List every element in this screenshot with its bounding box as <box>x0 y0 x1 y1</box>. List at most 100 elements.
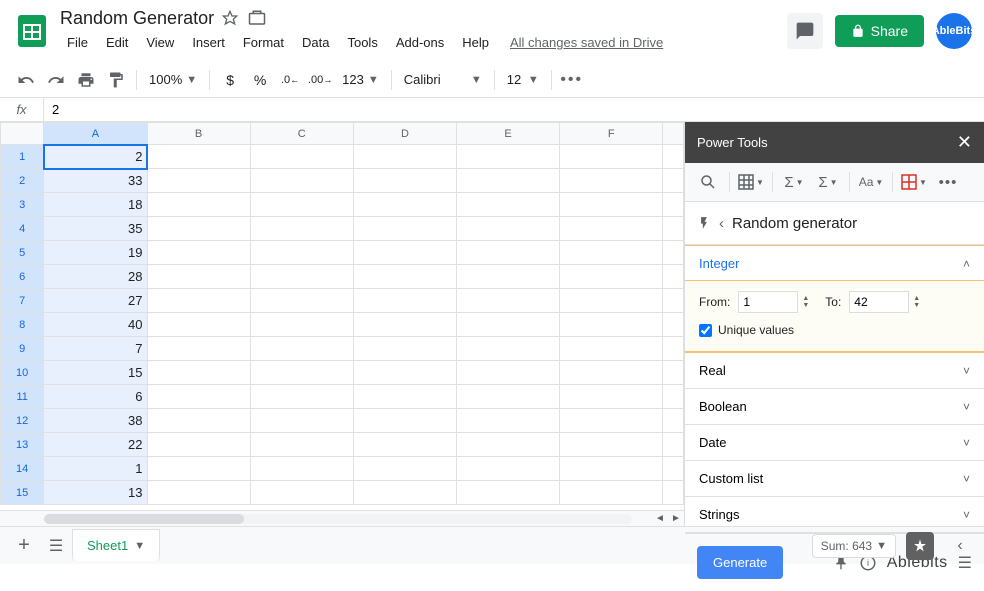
tool-sigma1-icon[interactable]: Σ▼ <box>779 169 809 195</box>
cell-D7[interactable] <box>353 289 456 313</box>
cell-C13[interactable] <box>250 433 353 457</box>
section-custom-header[interactable]: Custom list˅ <box>685 461 984 496</box>
cell-E6[interactable] <box>457 265 560 289</box>
cell-E12[interactable] <box>457 409 560 433</box>
move-icon[interactable] <box>248 10 266 28</box>
cell-D11[interactable] <box>353 385 456 409</box>
paint-format-button[interactable] <box>102 66 130 94</box>
cell-B9[interactable] <box>147 337 250 361</box>
cell-A10[interactable]: 15 <box>44 361 147 385</box>
cell-F9[interactable] <box>560 337 663 361</box>
cell-B14[interactable] <box>147 457 250 481</box>
cell-D3[interactable] <box>353 193 456 217</box>
cell-B1[interactable] <box>147 145 250 169</box>
tool-sigma2-icon[interactable]: Σ▼ <box>813 169 843 195</box>
sheet-tab[interactable]: Sheet1 ▼ <box>72 529 160 561</box>
horizontal-scrollbar[interactable]: ◄ ► <box>0 510 684 526</box>
cell-C1[interactable] <box>250 145 353 169</box>
col-header-B[interactable]: B <box>147 123 250 145</box>
cell-E1[interactable] <box>457 145 560 169</box>
menu-edit[interactable]: Edit <box>99 31 135 54</box>
cell-D9[interactable] <box>353 337 456 361</box>
row-header-8[interactable]: 8 <box>1 313 44 337</box>
cell-E2[interactable] <box>457 169 560 193</box>
cell-A11[interactable]: 6 <box>44 385 147 409</box>
share-button[interactable]: Share <box>835 15 924 47</box>
section-real-header[interactable]: Real˅ <box>685 353 984 388</box>
inc-decimal-button[interactable]: .00→ <box>306 66 334 94</box>
print-button[interactable] <box>72 66 100 94</box>
dec-decimal-button[interactable]: .0← <box>276 66 304 94</box>
cell-A15[interactable]: 13 <box>44 481 147 505</box>
row-header-7[interactable]: 7 <box>1 289 44 313</box>
to-spinner[interactable]: ▲▼ <box>913 295 920 309</box>
cell-C6[interactable] <box>250 265 353 289</box>
cell-B5[interactable] <box>147 241 250 265</box>
menu-data[interactable]: Data <box>295 31 336 54</box>
back-chevron-icon[interactable]: ‹ <box>719 215 724 232</box>
cell-F3[interactable] <box>560 193 663 217</box>
to-input[interactable] <box>849 291 909 313</box>
cell-A1[interactable]: 2 <box>44 145 147 169</box>
col-header-C[interactable]: C <box>250 123 353 145</box>
row-header-14[interactable]: 14 <box>1 457 44 481</box>
percent-button[interactable]: % <box>246 66 274 94</box>
menu-insert[interactable]: Insert <box>185 31 232 54</box>
menu-view[interactable]: View <box>139 31 181 54</box>
save-status[interactable]: All changes saved in Drive <box>510 35 663 50</box>
cell-B13[interactable] <box>147 433 250 457</box>
cell-F10[interactable] <box>560 361 663 385</box>
menu-format[interactable]: Format <box>236 31 291 54</box>
tool-1-icon[interactable] <box>693 169 723 195</box>
cell-F8[interactable] <box>560 313 663 337</box>
cell-D12[interactable] <box>353 409 456 433</box>
cell-B8[interactable] <box>147 313 250 337</box>
comments-button[interactable] <box>787 13 823 49</box>
cell-D8[interactable] <box>353 313 456 337</box>
tool-more-icon[interactable]: ••• <box>933 169 963 195</box>
unique-checkbox-row[interactable]: Unique values <box>699 323 970 337</box>
cell-D6[interactable] <box>353 265 456 289</box>
cell-D13[interactable] <box>353 433 456 457</box>
cell-E13[interactable] <box>457 433 560 457</box>
row-header-9[interactable]: 9 <box>1 337 44 361</box>
cell-D10[interactable] <box>353 361 456 385</box>
cell-C11[interactable] <box>250 385 353 409</box>
all-sheets-button[interactable]: ☰ <box>40 530 72 562</box>
cell-B4[interactable] <box>147 217 250 241</box>
collapse-chevron-icon[interactable]: ‹ <box>944 530 976 562</box>
font-dropdown[interactable]: Calibri▼ <box>398 68 488 91</box>
row-header-5[interactable]: 5 <box>1 241 44 265</box>
cell-E11[interactable] <box>457 385 560 409</box>
cell-E8[interactable] <box>457 313 560 337</box>
font-size-dropdown[interactable]: 12▼ <box>501 68 545 91</box>
sum-display[interactable]: Sum: 643▼ <box>812 534 896 558</box>
undo-button[interactable] <box>12 66 40 94</box>
cell-A8[interactable]: 40 <box>44 313 147 337</box>
from-input[interactable] <box>738 291 798 313</box>
formula-input[interactable] <box>44 98 984 121</box>
row-header-13[interactable]: 13 <box>1 433 44 457</box>
cell-C10[interactable] <box>250 361 353 385</box>
section-strings-header[interactable]: Strings˅ <box>685 497 984 532</box>
menu-tools[interactable]: Tools <box>340 31 384 54</box>
cell-D4[interactable] <box>353 217 456 241</box>
section-integer-header[interactable]: Integer ˄ <box>685 246 984 281</box>
cell-B6[interactable] <box>147 265 250 289</box>
cell-D5[interactable] <box>353 241 456 265</box>
menu-addons[interactable]: Add-ons <box>389 31 451 54</box>
tool-2-icon[interactable]: ▼ <box>736 169 766 195</box>
cell-A3[interactable]: 18 <box>44 193 147 217</box>
cell-C2[interactable] <box>250 169 353 193</box>
cell-D15[interactable] <box>353 481 456 505</box>
menu-help[interactable]: Help <box>455 31 496 54</box>
cell-A13[interactable]: 22 <box>44 433 147 457</box>
close-icon[interactable]: ✕ <box>957 132 972 153</box>
add-sheet-button[interactable]: + <box>8 530 40 562</box>
cell-C14[interactable] <box>250 457 353 481</box>
cell-D14[interactable] <box>353 457 456 481</box>
more-toolbar-button[interactable]: ••• <box>558 66 586 94</box>
cell-D2[interactable] <box>353 169 456 193</box>
cell-F1[interactable] <box>560 145 663 169</box>
star-icon[interactable] <box>222 10 240 28</box>
